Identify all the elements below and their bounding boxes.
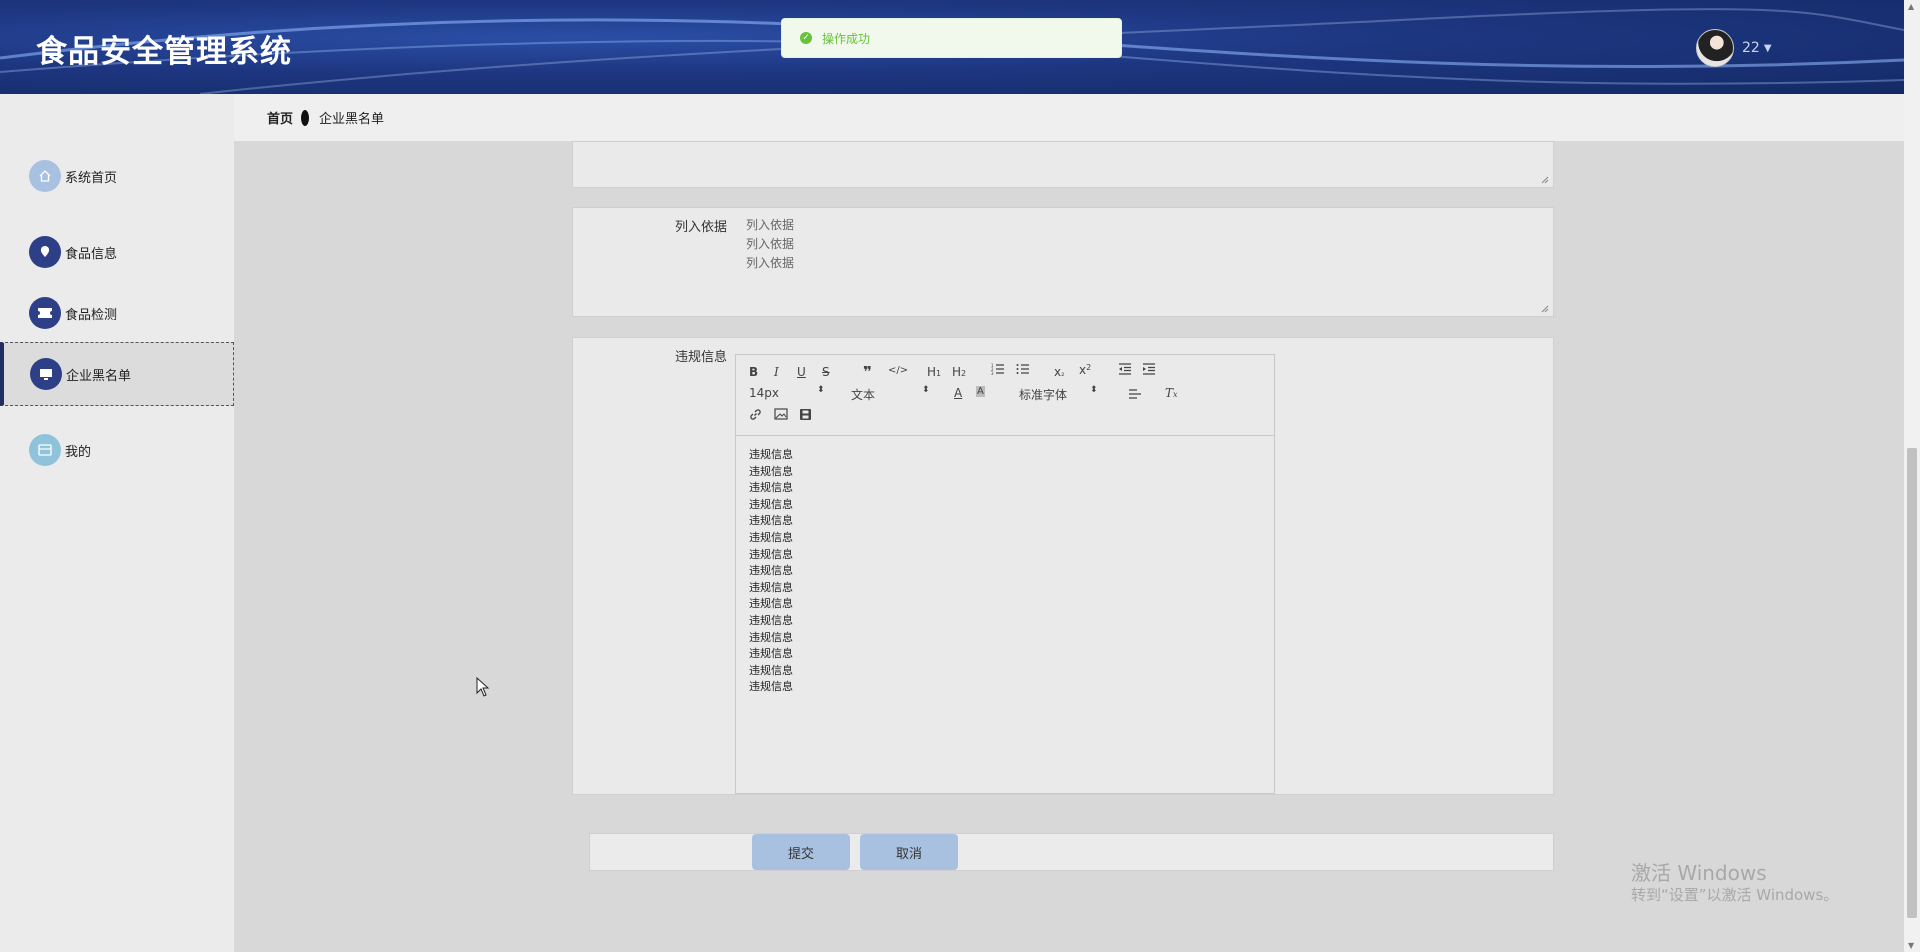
sidebar-item-food-test[interactable]: 食品检测 bbox=[0, 283, 234, 343]
success-toast: ✓ 操作成功 bbox=[781, 18, 1122, 58]
violation-line: 违规信息 bbox=[749, 680, 793, 694]
chevron-updown-icon[interactable]: ⬍ bbox=[817, 385, 825, 395]
align-left-icon[interactable] bbox=[1128, 388, 1142, 403]
link-icon[interactable] bbox=[749, 408, 762, 424]
underline-icon[interactable]: U bbox=[797, 365, 806, 379]
violation-line: 违规信息 bbox=[749, 497, 793, 511]
card-icon bbox=[29, 434, 61, 466]
chevron-updown-icon[interactable]: ⬍ bbox=[1090, 385, 1098, 395]
violation-line: 违规信息 bbox=[749, 464, 793, 478]
scrollbar-thumb[interactable] bbox=[1907, 448, 1917, 918]
subscript-icon[interactable]: x₂ bbox=[1054, 365, 1064, 379]
sidebar-item-food-info[interactable]: 食品信息 bbox=[0, 222, 234, 282]
prev-field-card bbox=[572, 141, 1554, 188]
violation-line: 违规信息 bbox=[749, 580, 793, 594]
violation-line: 违规信息 bbox=[749, 613, 793, 627]
submit-button[interactable]: 提交 bbox=[752, 834, 850, 870]
blockquote-icon[interactable]: ❞ bbox=[863, 363, 872, 381]
basis-line: 列入依据 bbox=[746, 237, 795, 251]
page-scrollbar[interactable]: ▲ ▼ bbox=[1904, 0, 1920, 952]
svg-text:3: 3 bbox=[991, 371, 994, 375]
font-family-select[interactable]: 标准字体 bbox=[1019, 386, 1067, 403]
background-color-icon[interactable]: A bbox=[976, 386, 985, 397]
clear-format-icon[interactable]: Tx bbox=[1165, 386, 1178, 400]
sidebar-item-label: 我的 bbox=[65, 444, 92, 460]
code-block-icon[interactable]: </> bbox=[888, 365, 908, 376]
sidebar-item-mine[interactable]: 我的 bbox=[0, 420, 234, 480]
italic-icon[interactable]: I bbox=[774, 365, 779, 379]
toast-message: 操作成功 bbox=[822, 31, 871, 46]
indent-icon[interactable] bbox=[1142, 363, 1156, 378]
violation-line: 违规信息 bbox=[749, 564, 793, 578]
font-size-select[interactable]: 14px bbox=[749, 386, 779, 400]
strikethrough-icon[interactable]: S bbox=[822, 365, 830, 379]
avatar[interactable] bbox=[1696, 29, 1734, 67]
chevron-updown-icon[interactable]: ⬍ bbox=[922, 385, 930, 395]
violation-line: 违规信息 bbox=[749, 597, 793, 611]
sidebar-item-label: 系统首页 bbox=[65, 170, 118, 186]
outdent-icon[interactable] bbox=[1118, 363, 1132, 378]
editor-toolbar: B I U S ❞ </> H1 H2 123 x₂ x2 14px ⬍ 文本 … bbox=[736, 355, 1274, 436]
username[interactable]: 22 bbox=[1742, 40, 1760, 56]
violation-label: 违规信息 bbox=[674, 350, 727, 365]
sidebar-item-label: 企业黑名单 bbox=[66, 368, 132, 384]
app-title: 食品安全管理系统 bbox=[36, 34, 292, 70]
sidebar-item-home[interactable]: 系统首页 bbox=[0, 146, 234, 206]
violation-line: 违规信息 bbox=[749, 448, 793, 461]
violation-field-card: 违规信息 B I U S ❞ </> H1 H2 123 x₂ x2 14px … bbox=[572, 337, 1554, 795]
violation-line: 违规信息 bbox=[749, 663, 793, 677]
video-icon[interactable] bbox=[799, 408, 812, 424]
ordered-list-icon[interactable]: 123 bbox=[991, 363, 1005, 378]
basis-field-card: 列入依据 列入依据 列入依据 列入依据 bbox=[572, 207, 1554, 317]
basis-line: 列入依据 bbox=[746, 218, 795, 232]
cancel-button[interactable]: 取消 bbox=[860, 834, 958, 870]
sidebar-item-label: 食品检测 bbox=[65, 307, 118, 323]
font-color-icon[interactable]: A bbox=[954, 386, 962, 400]
editor-content[interactable]: 违规信息 违规信息 违规信息 违规信息 违规信息 违规信息 违规信息 违规信息 … bbox=[749, 447, 793, 696]
basis-textarea[interactable]: 列入依据 列入依据 列入依据 bbox=[746, 216, 1546, 312]
rich-text-editor: B I U S ❞ </> H1 H2 123 x₂ x2 14px ⬍ 文本 … bbox=[735, 354, 1275, 794]
text-style-select[interactable]: 文本 bbox=[851, 386, 875, 403]
breadcrumb-home[interactable]: 首页 bbox=[267, 108, 293, 127]
violation-line: 违规信息 bbox=[749, 481, 793, 495]
home-icon bbox=[29, 160, 61, 192]
breadcrumb: 首页 企业黑名单 bbox=[234, 94, 1904, 141]
superscript-icon[interactable]: x2 bbox=[1079, 363, 1091, 377]
scroll-down-icon[interactable]: ▼ bbox=[1908, 941, 1914, 950]
sidebar-item-blacklist[interactable]: 企业黑名单 bbox=[0, 342, 234, 406]
sidebar-item-label: 食品信息 bbox=[65, 246, 118, 262]
monitor-icon bbox=[30, 358, 62, 390]
resize-handle-icon[interactable] bbox=[1541, 305, 1549, 313]
bold-icon[interactable]: B bbox=[749, 365, 758, 379]
image-icon[interactable] bbox=[774, 408, 788, 423]
check-circle-icon: ✓ bbox=[800, 32, 812, 44]
form-actions: 提交 取消 bbox=[589, 833, 1554, 871]
violation-line: 违规信息 bbox=[749, 647, 793, 661]
user-menu[interactable]: 22 ▼ bbox=[1696, 28, 1772, 68]
activation-watermark-title: 激活 Windows bbox=[1631, 861, 1767, 885]
bullet-list-icon[interactable] bbox=[1016, 363, 1030, 378]
violation-line: 违规信息 bbox=[749, 530, 793, 544]
basis-label: 列入依据 bbox=[674, 220, 727, 235]
heading2-icon[interactable]: H2 bbox=[952, 365, 966, 379]
basis-line: 列入依据 bbox=[746, 256, 795, 270]
sidebar: 系统首页 食品信息 食品检测 企业黑名单 我的 bbox=[0, 94, 234, 952]
breadcrumb-current: 企业黑名单 bbox=[319, 112, 385, 127]
ticket-icon bbox=[29, 297, 61, 329]
scroll-up-icon[interactable]: ▲ bbox=[1908, 2, 1914, 11]
breadcrumb-separator-icon bbox=[301, 109, 310, 126]
violation-line: 违规信息 bbox=[749, 547, 793, 561]
heading1-icon[interactable]: H1 bbox=[927, 365, 941, 379]
violation-line: 违规信息 bbox=[749, 514, 793, 528]
resize-handle-icon[interactable] bbox=[1541, 176, 1549, 184]
violation-line: 违规信息 bbox=[749, 630, 793, 644]
mouse-cursor-icon bbox=[476, 677, 490, 697]
location-pin-icon bbox=[29, 236, 61, 268]
activation-watermark-subtitle: 转到“设置”以激活 Windows。 bbox=[1631, 886, 1839, 904]
chevron-down-icon[interactable]: ▼ bbox=[1764, 43, 1772, 54]
